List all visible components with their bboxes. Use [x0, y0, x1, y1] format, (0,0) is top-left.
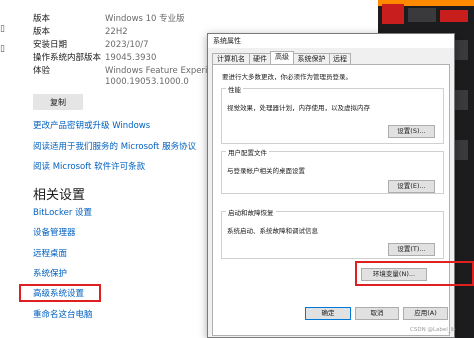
group-startup-recovery: 启动和故障恢复 系统启动、系统故障和调试信息 设置(T)...: [221, 207, 444, 259]
spec-key: 安装日期: [33, 40, 68, 50]
group-description: 视觉效果，处理器计划，内存使用，以及虚拟内存: [227, 104, 370, 112]
performance-settings-button[interactable]: 设置(S)...: [388, 125, 435, 138]
spec-key: 版本: [33, 14, 51, 24]
spec-value: Windows 10 专业版: [105, 14, 185, 24]
group-title: 用户配置文件: [226, 147, 269, 157]
background-tile: [440, 10, 468, 22]
ok-button[interactable]: 确定: [305, 307, 351, 320]
group-description: 与登录帐户相关的桌面设置: [227, 167, 305, 175]
spec-key: 版本: [33, 27, 51, 37]
spec-key: 体验: [33, 66, 51, 76]
profiles-settings-button[interactable]: 设置(E)...: [388, 180, 435, 193]
left-edge-glyph: ▯: [0, 44, 5, 54]
cancel-button[interactable]: 取消: [355, 307, 399, 320]
link-bitlocker[interactable]: BitLocker 设置: [33, 207, 92, 219]
group-title: 启动和故障恢复: [226, 207, 276, 217]
startup-settings-button[interactable]: 设置(T)...: [388, 243, 435, 256]
related-settings-title: 相关设置: [33, 188, 86, 203]
apply-button[interactable]: 应用(A): [403, 307, 448, 320]
spec-value: 22H2: [105, 27, 128, 37]
group-performance: 性能 视觉效果，处理器计划，内存使用，以及虚拟内存 设置(S)...: [221, 84, 444, 144]
tab-advanced[interactable]: 高级: [270, 51, 294, 65]
watermark: CSDN @Label_lb: [410, 327, 456, 333]
tab-remote[interactable]: 远程: [329, 53, 351, 64]
link-services-agreement[interactable]: 阅读适用于我们服务的 Microsoft 服务协议: [33, 141, 196, 153]
dialog-title: 系统属性: [213, 37, 241, 45]
copy-button[interactable]: 复制: [33, 94, 83, 110]
spec-value: 19045.3930: [105, 53, 157, 63]
background-tile: [408, 8, 436, 22]
group-user-profiles: 用户配置文件 与登录帐户相关的桌面设置 设置(E)...: [221, 147, 444, 194]
background-tile: [382, 4, 404, 24]
highlight-advanced-settings: [19, 284, 101, 302]
link-device-manager[interactable]: 设备管理器: [33, 227, 76, 239]
tab-system-protection[interactable]: 系统保护: [293, 53, 330, 64]
spec-value: 1000.19053.1000.0: [105, 77, 189, 87]
link-rename-pc[interactable]: 重命名这台电脑: [33, 309, 93, 321]
left-edge-glyph: ▯: [0, 24, 5, 34]
highlight-environment-variables: [355, 261, 474, 286]
tab-computer-name[interactable]: 计算机名: [212, 53, 250, 64]
tab-hardware[interactable]: 硬件: [249, 53, 271, 64]
link-system-protection[interactable]: 系统保护: [33, 268, 67, 280]
link-license-terms[interactable]: 阅读 Microsoft 软件许可条款: [33, 161, 145, 173]
dialog-titlebar[interactable]: 系统属性: [208, 34, 454, 48]
system-properties-dialog: 系统属性 计算机名 硬件 高级 系统保护 远程 要进行大多数更改，你必须作为管理…: [207, 33, 455, 338]
admin-note: 要进行大多数更改，你必须作为管理员登录。: [222, 73, 352, 81]
spec-key: 操作系统内部版本: [33, 53, 102, 63]
group-title: 性能: [226, 84, 243, 94]
link-change-product-key[interactable]: 更改产品密钥或升级 Windows: [33, 120, 150, 132]
spec-value: 2023/10/7: [105, 40, 149, 50]
link-remote-desktop[interactable]: 远程桌面: [33, 248, 67, 260]
group-description: 系统启动、系统故障和调试信息: [227, 227, 318, 235]
